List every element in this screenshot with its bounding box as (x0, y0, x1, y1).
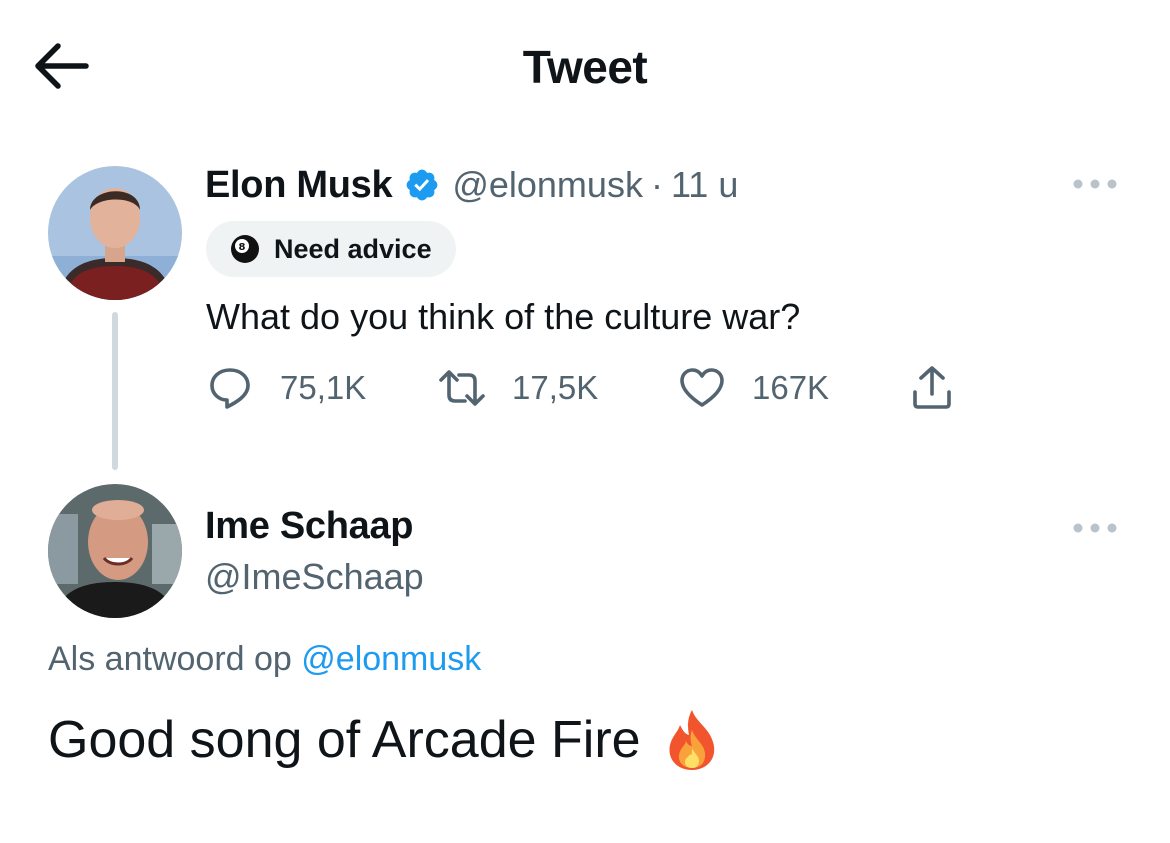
heart-icon (680, 368, 724, 407)
tweet-header: Elon Musk @elonmusk · 11 u (205, 162, 738, 208)
author-name[interactable]: Elon Musk (205, 164, 393, 207)
separator-dot: · (650, 164, 663, 205)
replying-to-mention[interactable]: @elonmusk (301, 640, 481, 678)
verified-badge-icon (406, 169, 438, 201)
need-advice-badge[interactable]: 8 Need advice (206, 221, 456, 277)
retweet-count: 17,5K (512, 369, 599, 406)
retweet-button[interactable]: 17,5K (438, 364, 598, 412)
more-dots-icon (1073, 179, 1117, 189)
svg-text:8: 8 (239, 242, 246, 253)
avatar-image (48, 166, 182, 300)
retweet-icon (439, 370, 485, 406)
share-icon (913, 366, 951, 409)
badge-label: Need advice (274, 233, 432, 264)
tweet-text: What do you think of the culture war? (206, 296, 801, 337)
reply-button[interactable]: 75,1K (206, 364, 366, 412)
reply-text-row: Good song of Arcade Fire (48, 708, 721, 772)
replying-to-line: Als antwoord op @elonmusk (48, 640, 481, 679)
8-ball-icon: 8 (231, 235, 259, 263)
fire-emoji (669, 710, 714, 770)
page-title: Tweet (522, 41, 648, 93)
tweet-time[interactable]: 11 u (671, 164, 738, 206)
author-handle[interactable]: @elonmusk (452, 164, 643, 206)
like-count: 167K (752, 369, 830, 406)
reply-more-options-button[interactable] (1072, 518, 1118, 538)
more-options-button[interactable] (1072, 174, 1118, 194)
more-dots-icon (1073, 523, 1117, 533)
replying-prefix: Als antwoord op (48, 640, 292, 678)
avatar-ime-schaap[interactable] (48, 484, 182, 618)
avatar-elon-musk[interactable] (48, 166, 182, 300)
reply-count: 75,1K (280, 369, 367, 406)
reply-author-handle[interactable]: @ImeSchaap (205, 556, 424, 598)
reply-author-name[interactable]: Ime Schaap (205, 505, 414, 548)
share-button[interactable] (908, 364, 956, 412)
reply-text: Good song of Arcade Fire (48, 711, 641, 769)
thread-connector-line (112, 312, 118, 470)
like-button[interactable]: 167K (678, 364, 829, 412)
avatar-image (48, 484, 182, 618)
reply-icon (210, 368, 250, 409)
